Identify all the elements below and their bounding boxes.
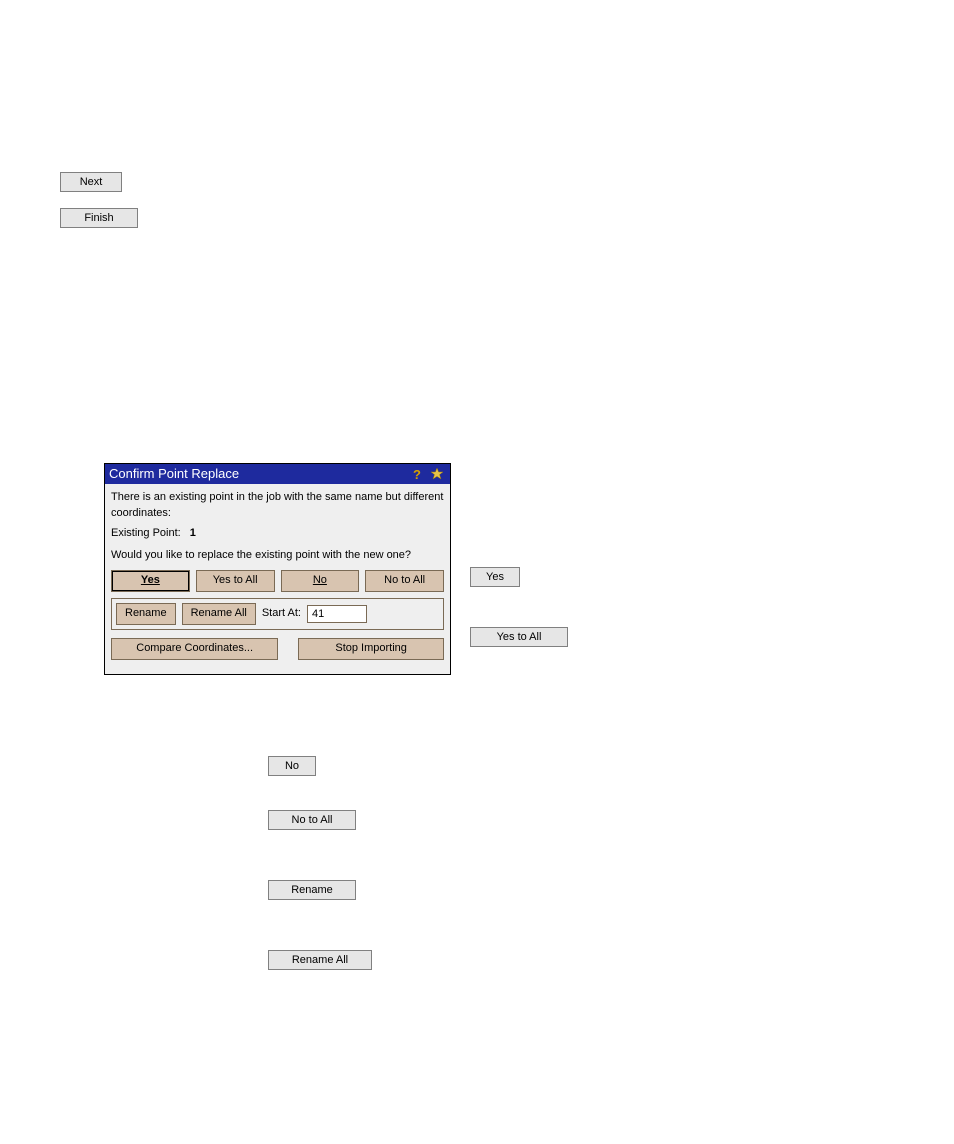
rename-all-button[interactable]: Rename All (182, 603, 256, 625)
no-to-all-button[interactable]: No to All (365, 570, 444, 592)
rename-line: Rename (268, 880, 878, 900)
dialog-titlebar: Confirm Point Replace ? (105, 464, 450, 484)
start-at-input[interactable] (307, 605, 367, 623)
no-button-label: No (313, 574, 327, 586)
page: Next Finish Confirm Point Replace ? Ther… (0, 0, 954, 1144)
dialog-row-answers: Yes Yes to All No No to All (111, 570, 444, 592)
yes-button[interactable]: Yes (111, 570, 190, 592)
no-button-inline[interactable]: No (268, 756, 316, 776)
existing-point-line: Existing Point: 1 (111, 526, 444, 542)
help-icon[interactable]: ? (408, 465, 426, 483)
next-button-inline[interactable]: Next (60, 172, 122, 192)
dialog-client: There is an existing point in the job wi… (105, 484, 450, 674)
dialog-title: Confirm Point Replace (109, 465, 406, 484)
start-at-label: Start At: (262, 606, 301, 622)
finish-line: Finish (60, 208, 918, 228)
stop-importing-button[interactable]: Stop Importing (298, 638, 444, 660)
yes-button-inline[interactable]: Yes (470, 567, 520, 587)
dialog-row-bottom: Compare Coordinates... Stop Importing (111, 638, 444, 660)
renameall-line: Rename All (268, 950, 878, 970)
no-to-all-button-inline[interactable]: No to All (268, 810, 356, 830)
star-icon[interactable] (428, 465, 446, 483)
next-line: Next (60, 172, 918, 192)
no-line: No (268, 756, 878, 776)
noall-line: No to All (268, 810, 878, 830)
side-buttons: Yes Yes to All (470, 560, 950, 647)
existing-point-label: Existing Point: (111, 527, 181, 539)
confirm-point-replace-dialog: Confirm Point Replace ? There is an exis… (104, 463, 451, 675)
yes-to-all-button-inline[interactable]: Yes to All (470, 627, 568, 647)
spacer (60, 30, 918, 166)
existing-point-value: 1 (190, 527, 196, 539)
rename-button-inline[interactable]: Rename (268, 880, 356, 900)
svg-text:?: ? (413, 467, 421, 481)
dialog-question: Would you like to replace the existing p… (111, 548, 444, 564)
rename-box: Rename Rename All Start At: (111, 598, 444, 630)
dialog-message: There is an existing point in the job wi… (111, 490, 444, 522)
finish-button-inline[interactable]: Finish (60, 208, 138, 228)
rename-button[interactable]: Rename (116, 603, 176, 625)
no-button[interactable]: No (281, 570, 360, 592)
yes-to-all-button[interactable]: Yes to All (196, 570, 275, 592)
compare-coordinates-button[interactable]: Compare Coordinates... (111, 638, 278, 660)
yes-button-label: Yes (141, 574, 160, 586)
after-dialog-block: No No to All Rename Rename All (268, 750, 878, 976)
rename-all-button-inline[interactable]: Rename All (268, 950, 372, 970)
spacer (60, 234, 918, 414)
